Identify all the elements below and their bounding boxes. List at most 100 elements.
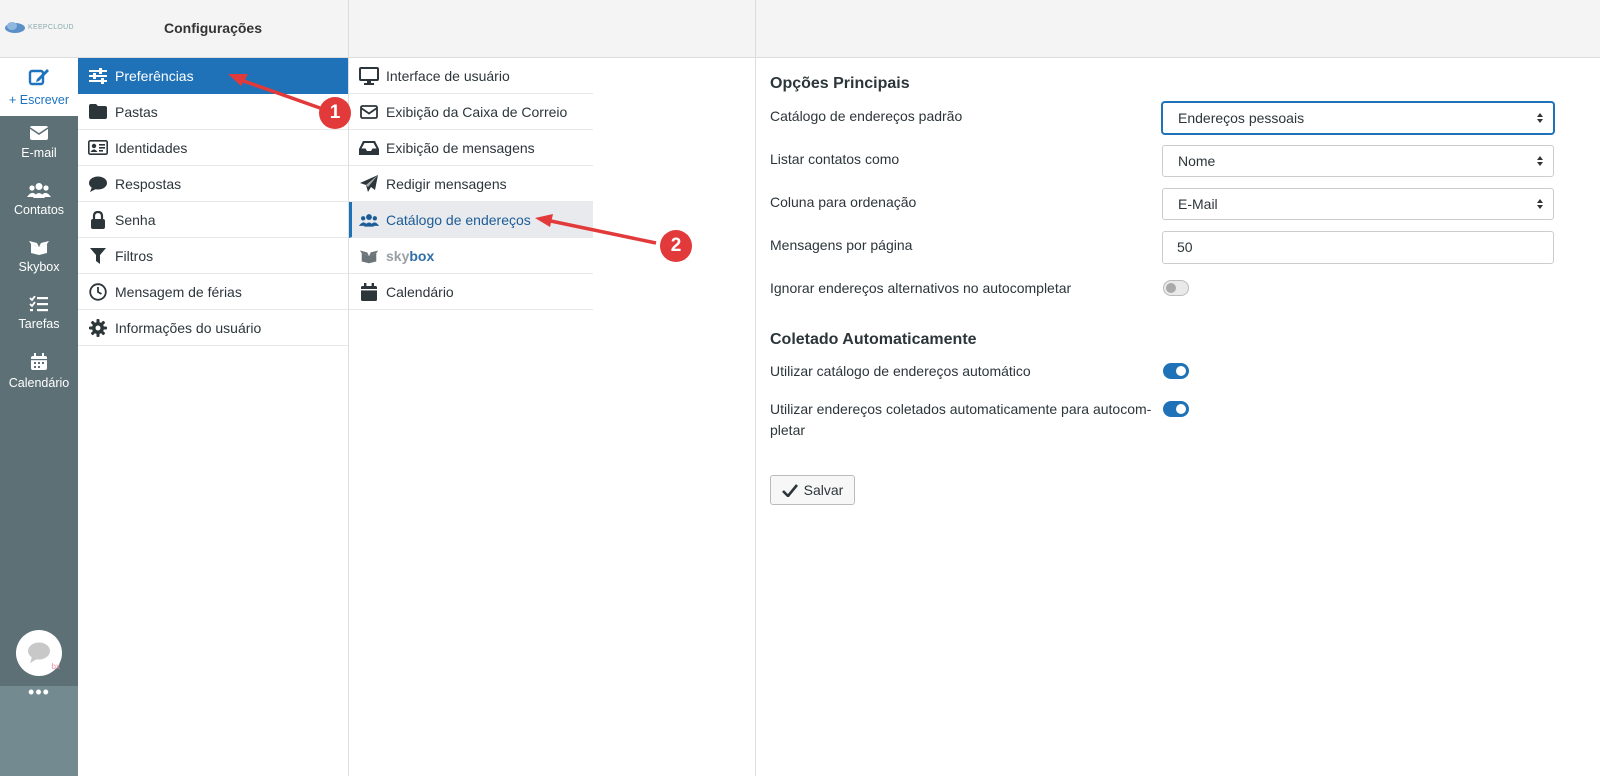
pref-section-addressbook[interactable]: Catálogo de endereços: [349, 202, 593, 238]
section-title-auto-collected: Coletado Automaticamente: [770, 331, 977, 348]
settings-item-label: Respostas: [115, 175, 182, 192]
select-value: E-Mail: [1178, 196, 1218, 212]
settings-item-identities[interactable]: Identidades: [78, 130, 348, 166]
field-label: Ignorar endereços alternativos no autoco…: [770, 280, 1072, 296]
field-label: Utilizar endereços coletados automaticam…: [770, 399, 1155, 441]
skybox-wordmark: skybox: [386, 248, 434, 264]
header-bar: Configurações: [78, 0, 1600, 58]
rail-item-email[interactable]: E-mail: [0, 116, 78, 174]
settings-item-responses[interactable]: Respostas: [78, 166, 348, 202]
folder-icon: [88, 102, 108, 122]
settings-item-label: Senha: [115, 211, 156, 228]
pref-section-skybox[interactable]: skybox: [349, 238, 593, 274]
sort-column-select[interactable]: E-Mail: [1162, 188, 1554, 220]
cloud-logo-icon: [5, 22, 25, 33]
box-icon: [359, 246, 379, 266]
preferences-sections-list: Interface de usuário Exibição da Caixa d…: [349, 58, 593, 310]
logo-text: KEEPCLOUD: [28, 23, 74, 31]
brand-logo: KEEPCLOUD: [4, 20, 74, 34]
filter-icon: [88, 246, 108, 266]
use-auto-addressbook-toggle[interactable]: [1163, 363, 1189, 379]
pref-section-user-interface[interactable]: Interface de usuário: [349, 58, 593, 94]
settings-list: Preferências Pastas Identidades Resposta…: [78, 58, 348, 346]
lock-icon: [88, 210, 108, 230]
more-button[interactable]: •••: [0, 682, 78, 776]
settings-item-vacation[interactable]: Mensagem de férias: [78, 274, 348, 310]
settings-item-label: Identidades: [115, 139, 188, 156]
compose-label: + Escrever: [8, 93, 70, 107]
sort-arrows-icon: [1537, 199, 1543, 209]
sort-arrows-icon: [1537, 113, 1543, 123]
chat-button[interactable]: bx: [16, 630, 62, 676]
column-divider: [755, 0, 756, 776]
users-icon: [27, 183, 51, 198]
pencil-square-icon: [28, 69, 49, 86]
checkmark-icon: [781, 483, 798, 497]
id-card-icon: [88, 138, 108, 158]
messages-per-page-input[interactable]: 50: [1162, 231, 1554, 264]
settings-item-label: Pastas: [115, 103, 158, 120]
rail-item-label: Tarefas: [18, 317, 60, 331]
ignore-alt-addresses-toggle[interactable]: [1163, 280, 1189, 296]
settings-item-folders[interactable]: Pastas: [78, 94, 348, 130]
rail-item-label: E-mail: [21, 146, 57, 160]
save-button[interactable]: Salvar: [770, 475, 855, 505]
save-label: Salvar: [803, 482, 844, 498]
settings-item-filters[interactable]: Filtros: [78, 238, 348, 274]
skybox-word-box: box: [409, 247, 435, 264]
field-label: Mensagens por página: [770, 237, 913, 253]
settings-item-label: Informações do usuário: [115, 319, 262, 336]
select-value: Endereços pessoais: [1178, 110, 1305, 126]
chat-bubble-icon: [28, 642, 50, 663]
rail-item-label: Contatos: [13, 203, 65, 217]
tasks-icon: [29, 296, 48, 312]
use-collected-autocomplete-toggle[interactable]: [1163, 401, 1189, 417]
logo-area: KEEPCLOUD: [0, 0, 78, 58]
pref-section-label: Interface de usuário: [386, 67, 510, 84]
pref-section-calendar[interactable]: Calendário: [349, 274, 593, 310]
field-label-line2: pletar: [770, 422, 806, 438]
rail-item-calendar[interactable]: Calendário: [0, 344, 78, 402]
envelope-outline-icon: [359, 102, 379, 122]
list-contacts-as-select[interactable]: Nome: [1162, 145, 1554, 177]
annotation-badge-2: 2: [660, 230, 692, 262]
rail-item-contacts[interactable]: Contatos: [0, 173, 78, 231]
compose-button[interactable]: + Escrever: [0, 58, 78, 116]
settings-item-label: Mensagem de férias: [115, 283, 242, 300]
inbox-icon: [359, 138, 379, 158]
page-title: Configurações: [163, 20, 262, 36]
settings-item-password[interactable]: Senha: [78, 202, 348, 238]
pref-section-label: Exibição da Caixa de Correio: [386, 103, 568, 120]
rail-item-tasks[interactable]: Tarefas: [0, 287, 78, 345]
gear-icon: [88, 318, 108, 338]
settings-item-label: Filtros: [115, 247, 154, 264]
settings-item-label: Preferências: [115, 67, 194, 84]
pref-section-label: Calendário: [386, 283, 454, 300]
sort-arrows-icon: [1537, 156, 1543, 166]
calendar-icon: [31, 353, 47, 370]
pref-section-label: Exibição de mensagens: [386, 139, 535, 156]
select-value: Nome: [1178, 153, 1216, 169]
settings-item-user-info[interactable]: Informações do usuário: [78, 310, 348, 346]
paper-plane-icon: [359, 174, 379, 194]
chat-badge: bx: [51, 662, 60, 671]
field-label-line1: Utilizar endereços coletados automaticam…: [770, 401, 1152, 417]
annotation-badge-1: 1: [319, 97, 351, 129]
pref-section-mailbox-view[interactable]: Exibição da Caixa de Correio: [349, 94, 593, 130]
monitor-icon: [359, 66, 379, 86]
users-icon: [359, 210, 379, 230]
section-title-main-options: Opções Principais: [770, 75, 910, 92]
settings-item-preferences[interactable]: Preferências: [78, 58, 348, 94]
pref-section-message-view[interactable]: Exibição de mensagens: [349, 130, 593, 166]
rail-item-skybox[interactable]: Skybox: [0, 230, 78, 288]
field-label: Catálogo de endereços padrão: [770, 108, 963, 124]
pref-section-compose[interactable]: Redigir mensagens: [349, 166, 593, 202]
default-addressbook-select[interactable]: Endereços pessoais: [1162, 102, 1554, 134]
pref-section-label: Catálogo de endereços: [386, 211, 531, 228]
pref-section-label: Redigir mensagens: [386, 175, 507, 192]
envelope-icon: [29, 126, 49, 140]
app-rail: KEEPCLOUD + Escrever E-mail Contatos Sky…: [0, 0, 78, 776]
field-label: Coluna para ordenação: [770, 194, 917, 210]
clock-icon: [88, 282, 108, 302]
field-label: Utilizar catálogo de endereços automátic…: [770, 363, 1031, 379]
